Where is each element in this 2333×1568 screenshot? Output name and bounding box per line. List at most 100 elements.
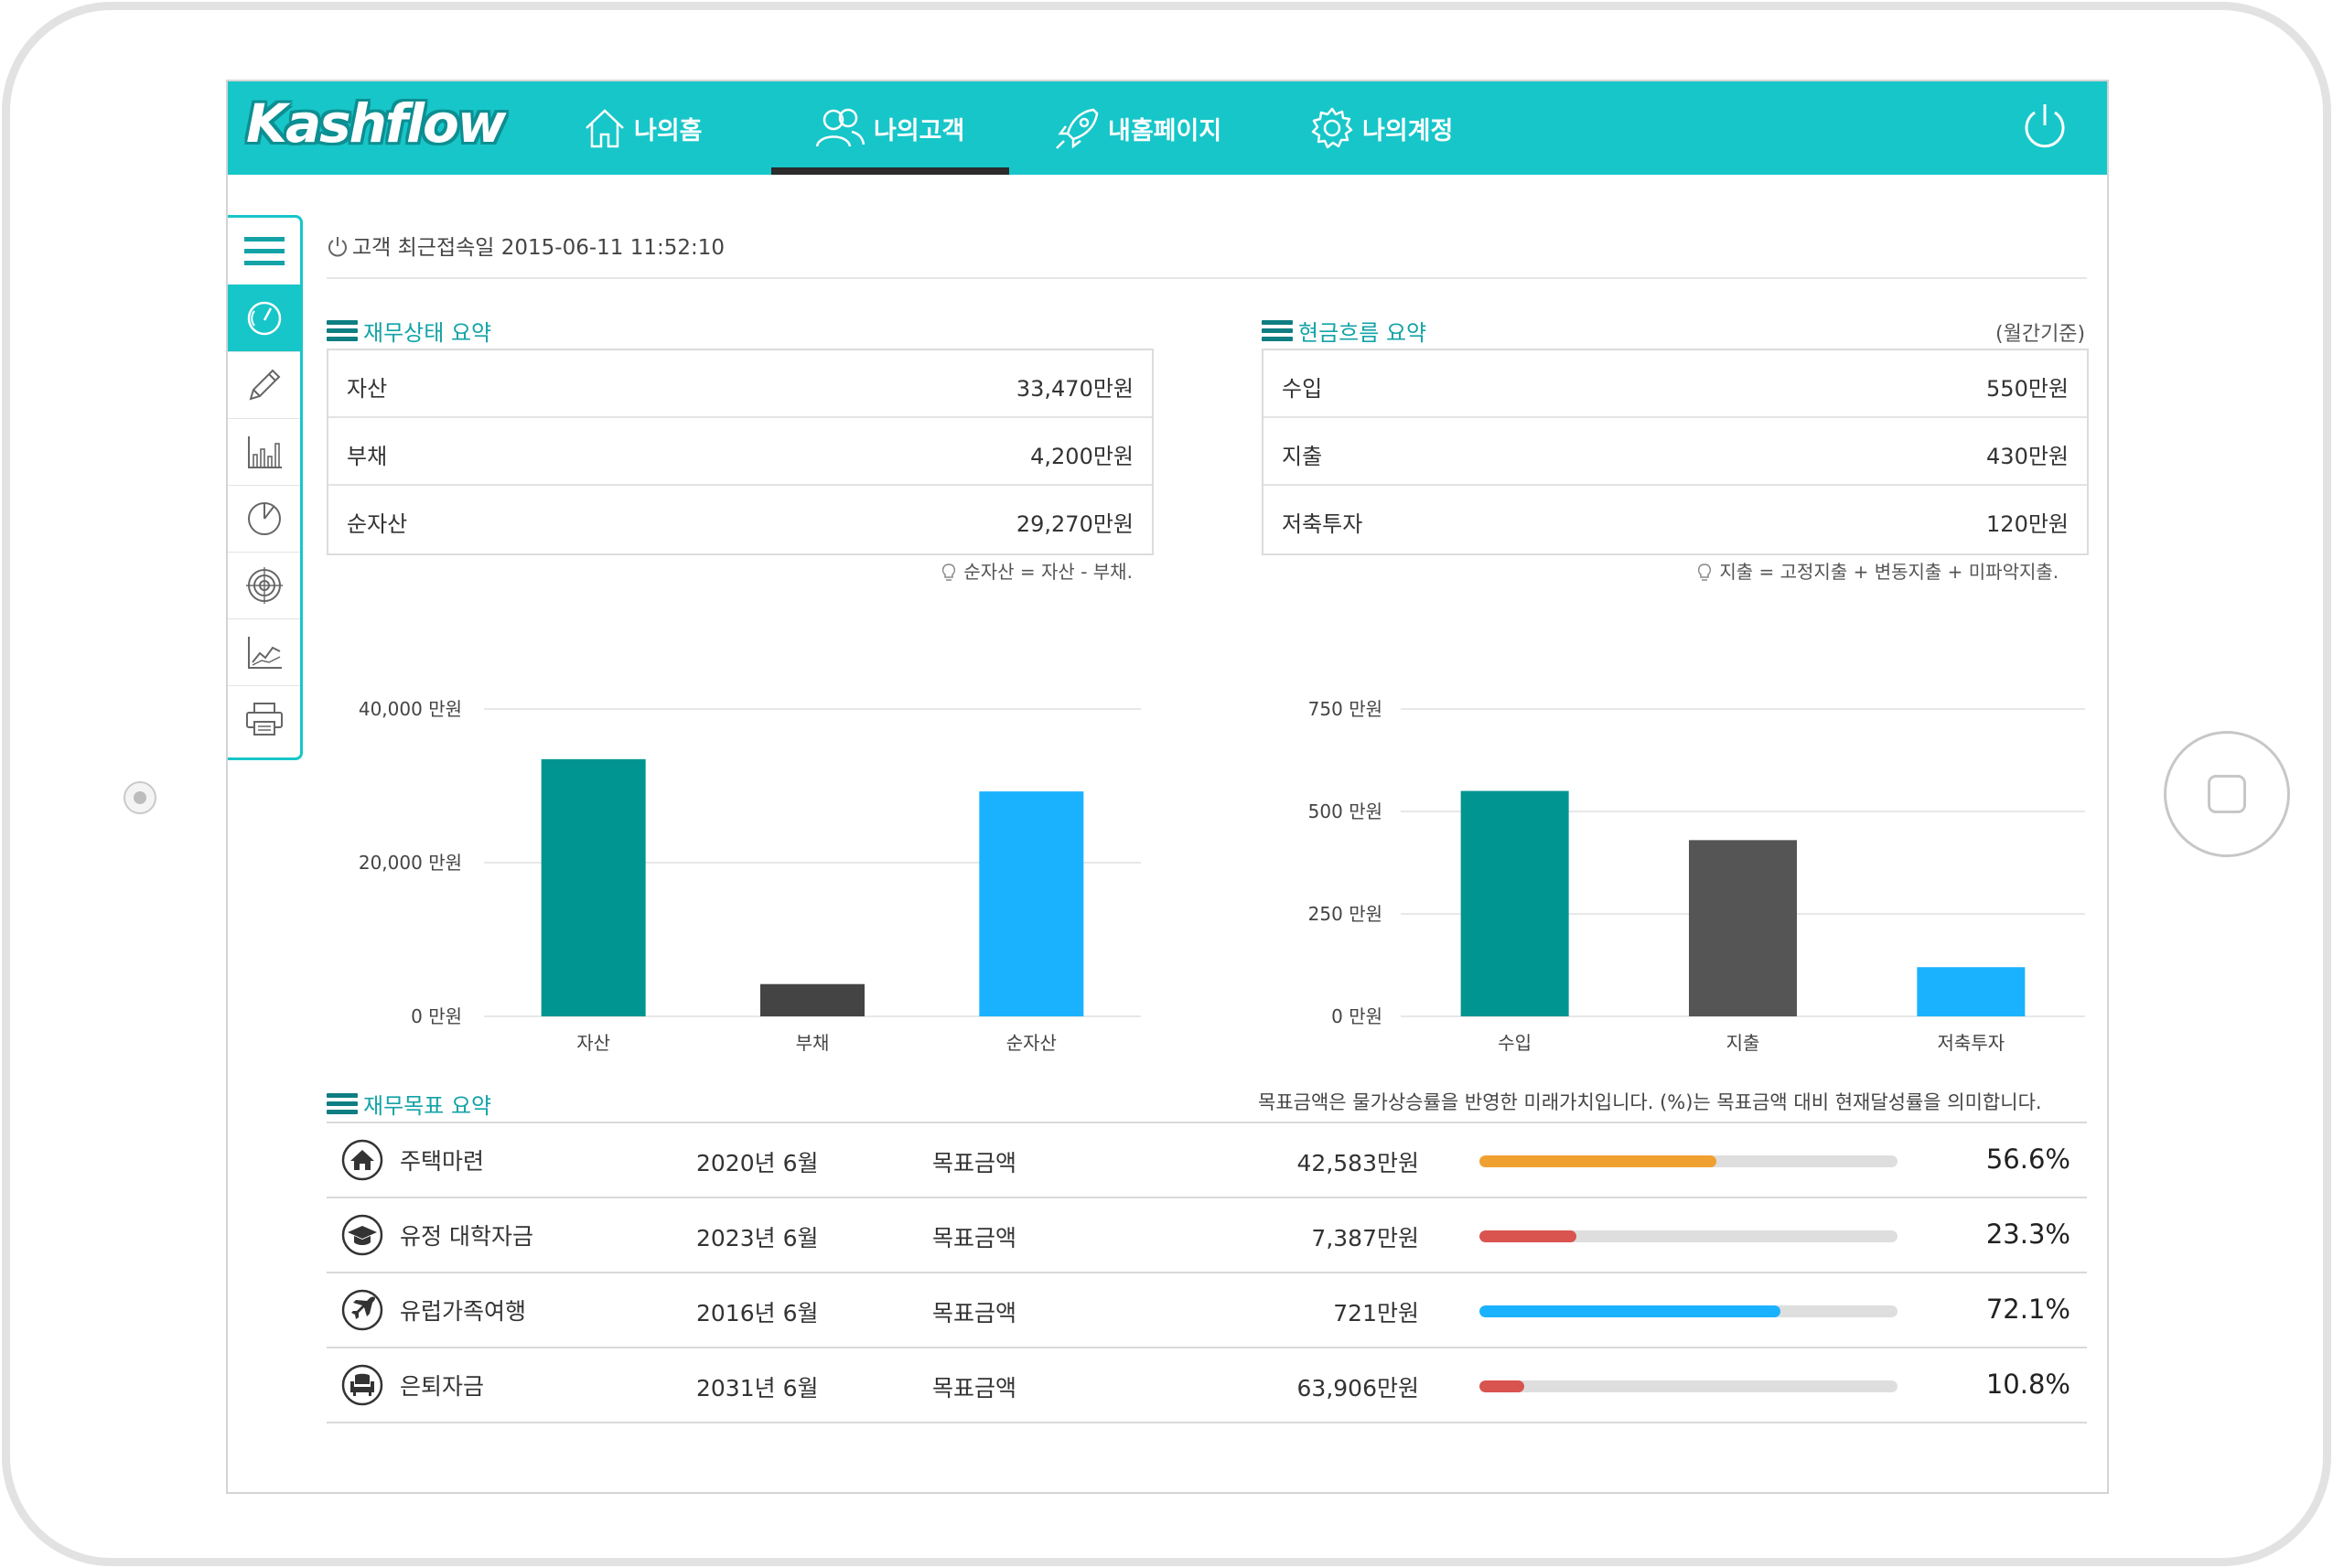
power-icon[interactable]	[2019, 100, 2070, 151]
goal-amount: 721만원	[1333, 1300, 1419, 1326]
section-title-text: 현금흐름 요약	[1298, 320, 1427, 346]
goal-date: 2020년 6월	[696, 1150, 819, 1176]
goal-percent: 56.6%	[1985, 1144, 2070, 1175]
home-icon	[586, 109, 624, 148]
list-icon	[327, 319, 358, 342]
goal-row[interactable]: 유정 대학자금 2023년 6월 목표금액 7,387만원 23.3%	[327, 1198, 2087, 1273]
x-tick-label: 수입	[1498, 1032, 1532, 1054]
goal-amount: 42,583만원	[1296, 1150, 1419, 1176]
goal-date: 2016년 6월	[696, 1300, 819, 1326]
x-tick-label: 순자산	[1006, 1032, 1057, 1054]
nav-my-customers[interactable]: 나의고객	[813, 81, 964, 175]
last-login-text: 고객 최근접속일 2015-06-11 11:52:10	[352, 236, 726, 260]
goal-name: 주택마련	[400, 1148, 485, 1175]
list-icon	[1262, 319, 1293, 342]
bar[interactable]	[979, 791, 1084, 1016]
y-tick-label: 500 만원	[1308, 800, 1382, 822]
goals-summary-title: 재무목표 요약	[327, 1088, 491, 1120]
row-label: 순자산	[347, 511, 408, 537]
row-label: 저축투자	[1282, 511, 1363, 537]
sidebar-item-pie-chart[interactable]	[228, 485, 300, 553]
goal-row[interactable]: 주택마련 2020년 6월 목표금액 42,583만원 56.6%	[327, 1123, 2087, 1198]
section-title-text: 재무상태 요약	[363, 320, 492, 346]
goal-name: 유럽가족여행	[400, 1298, 527, 1325]
sidebar-item-print[interactable]	[228, 685, 300, 752]
goal-percent: 72.1%	[1985, 1294, 2070, 1325]
sidebar-menu-button[interactable]	[228, 218, 300, 285]
finance-bar-chart: 40,000 만원 20,000 만원 0 만원자산 부채 순자산	[359, 698, 1141, 1054]
y-tick-label: 20,000 만원	[359, 852, 462, 874]
goal-amount: 63,906만원	[1296, 1375, 1419, 1402]
bar[interactable]	[760, 983, 865, 1016]
bar[interactable]	[1460, 790, 1569, 1016]
goal-name: 은퇴자금	[400, 1373, 485, 1400]
cashflow-summary-table: 수입 550만원 지출 430만원 저축투자 120만원	[1262, 349, 2089, 555]
sidebar-item-edit[interactable]	[228, 351, 300, 419]
nav-label: 나의계정	[1362, 116, 1454, 145]
row-value: 33,470만원	[1016, 376, 1134, 402]
x-tick-label: 자산	[576, 1032, 610, 1054]
note-text: 지출 = 고정지출 + 변동지출 + 미파악지출.	[1719, 561, 2059, 583]
home-hardware-button[interactable]	[2164, 731, 2290, 857]
power-icon	[328, 237, 347, 257]
top-navbar: Kashflow 나의홈 나의고객 내홈페이지 나의계정	[228, 81, 2107, 175]
row-value: 550만원	[1986, 376, 2069, 402]
airplane-icon	[341, 1289, 383, 1331]
row-value: 120만원	[1986, 511, 2069, 537]
printer-icon	[245, 702, 283, 736]
goal-progress-fill	[1479, 1305, 1781, 1317]
gear-icon	[1311, 107, 1353, 149]
y-tick-label: 40,000 만원	[359, 698, 462, 720]
bar[interactable]	[1689, 840, 1797, 1016]
row-label: 부채	[347, 444, 388, 469]
x-tick-label: 지출	[1726, 1032, 1760, 1054]
cashflow-summary-title: 현금흐름 요약	[1262, 315, 1426, 347]
goal-progress-bar	[1479, 1155, 1898, 1167]
bar[interactable]	[1917, 967, 2026, 1016]
nav-my-account[interactable]: 나의계정	[1309, 81, 1453, 175]
note-text: 순자산 = 자산 - 부채.	[963, 561, 1133, 583]
house-icon	[341, 1139, 383, 1181]
goal-date: 2023년 6월	[696, 1225, 819, 1251]
list-icon	[327, 1092, 358, 1115]
row-value: 29,270만원	[1016, 511, 1134, 537]
bar[interactable]	[541, 758, 646, 1016]
table-row: 순자산 29,270만원	[328, 486, 1152, 552]
sidebar-item-target[interactable]	[228, 552, 300, 619]
kashflow-logo[interactable]: Kashflow	[246, 92, 506, 155]
cashflow-note: 지출 = 고정지출 + 변동지출 + 미파악지출.	[1695, 557, 2059, 584]
table-row: 수입 550만원	[1263, 350, 2087, 418]
line-chart-icon	[247, 636, 282, 669]
goal-amount: 7,387만원	[1311, 1225, 1419, 1251]
cashflow-bar-chart: 750 만원 500 만원 250 만원 0 만원수입 지출 저축투자	[1308, 698, 2085, 1054]
lightbulb-icon	[941, 564, 956, 581]
nav-my-home[interactable]: 나의홈	[583, 81, 703, 175]
goal-amount-label: 목표금액	[932, 1300, 1017, 1326]
row-label: 수입	[1282, 376, 1323, 402]
nav-my-homepage[interactable]: 내홈페이지	[1053, 81, 1221, 175]
goal-amount-label: 목표금액	[932, 1375, 1017, 1402]
goal-progress-bar	[1479, 1305, 1898, 1317]
bar-chart-icon	[247, 435, 282, 468]
sidebar-item-dashboard[interactable]	[228, 285, 300, 352]
divider	[327, 277, 2087, 279]
armchair-icon	[341, 1364, 383, 1406]
row-label: 지출	[1282, 444, 1323, 469]
active-tab-indicator	[771, 167, 1009, 175]
nav-label: 나의홈	[634, 116, 703, 145]
goal-progress-fill	[1479, 1230, 1577, 1242]
menu-icon	[243, 236, 285, 265]
monthly-basis-label: (월간기준)	[1995, 323, 2086, 346]
goal-amount-label: 목표금액	[932, 1225, 1017, 1251]
nav-label: 내홈페이지	[1108, 116, 1222, 145]
y-tick-label: 0 만원	[1331, 1005, 1382, 1027]
pie-chart-icon	[247, 501, 281, 535]
sidebar-item-line-chart[interactable]	[228, 618, 300, 686]
pencil-icon	[249, 369, 280, 400]
dashboard-gauge-icon	[247, 301, 281, 335]
goal-row[interactable]: 유럽가족여행 2016년 6월 목표금액 721만원 72.1%	[327, 1273, 2087, 1348]
table-row: 자산 33,470만원	[328, 350, 1152, 418]
goal-row[interactable]: 은퇴자금 2031년 6월 목표금액 63,906만원 10.8%	[327, 1348, 2087, 1423]
target-icon	[245, 566, 283, 604]
sidebar-item-bar-chart[interactable]	[228, 418, 300, 486]
